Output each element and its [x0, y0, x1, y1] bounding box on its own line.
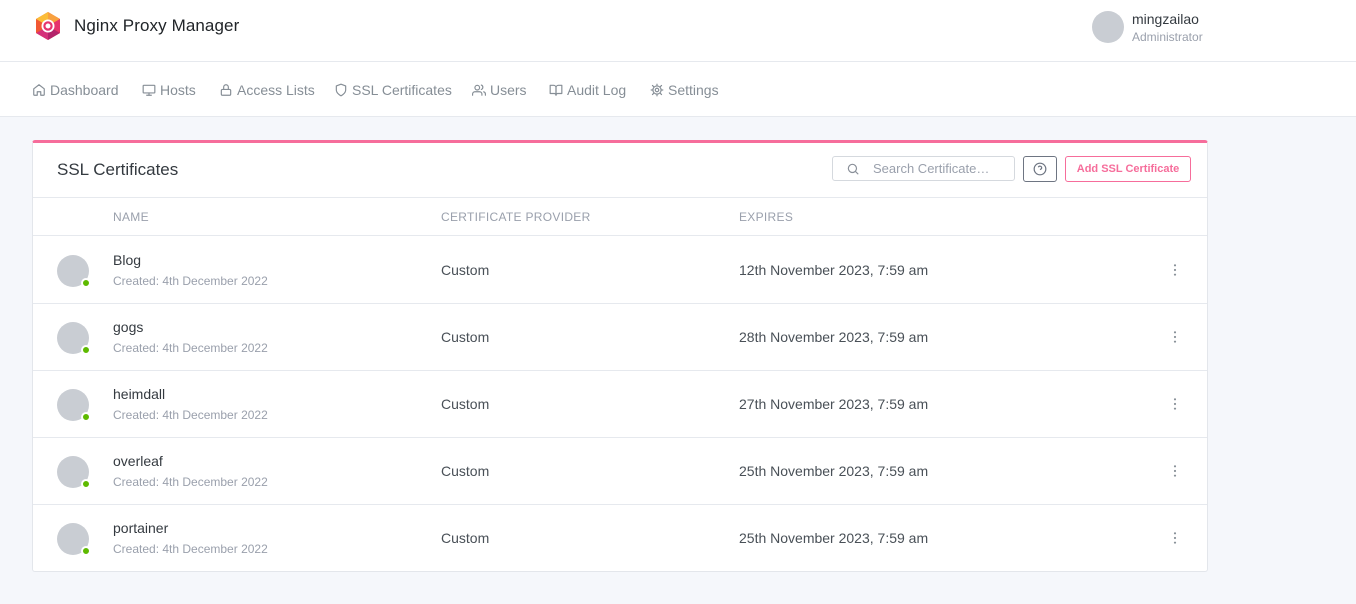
lock-icon	[220, 84, 232, 96]
table-row: portainer Created: 4th December 2022 Cus…	[33, 505, 1207, 572]
certificate-expires: 12th November 2023, 7:59 am	[739, 262, 929, 278]
row-actions-button[interactable]	[1165, 394, 1185, 414]
top-bar: Nginx Proxy Manager mingzailao Administr…	[0, 0, 1356, 62]
nav-item-hosts[interactable]: Hosts	[142, 80, 196, 100]
certificate-name: portainer	[113, 520, 169, 536]
status-indicator	[81, 278, 91, 288]
table-row: Blog Created: 4th December 2022 Custom 1…	[33, 237, 1207, 304]
nav-label: Access Lists	[237, 82, 315, 98]
certificate-provider: Custom	[441, 530, 490, 546]
nav-item-dashboard[interactable]: Dashboard	[32, 80, 119, 100]
shield-icon	[335, 83, 347, 97]
status-indicator	[81, 412, 91, 422]
search-input[interactable]	[873, 161, 1013, 176]
page-title: SSL Certificates	[57, 160, 179, 179]
help-button[interactable]	[1023, 156, 1057, 182]
ssl-certificates-card: SSL Certificates Add SSL Certificate NAM…	[32, 140, 1208, 572]
nav-label: Hosts	[160, 82, 196, 98]
column-header-name: NAME	[113, 210, 149, 224]
avatar	[57, 523, 91, 556]
nav-label: Settings	[668, 82, 719, 98]
nav-label: Dashboard	[50, 82, 119, 98]
avatar	[57, 255, 91, 288]
certificate-expires: 28th November 2023, 7:59 am	[739, 329, 929, 345]
table-row: overleaf Created: 4th December 2022 Cust…	[33, 438, 1207, 505]
help-icon	[1033, 162, 1047, 176]
brand[interactable]: Nginx Proxy Manager	[33, 11, 239, 41]
nav-item-settings[interactable]: Settings	[650, 80, 719, 100]
home-icon	[33, 84, 45, 96]
search-icon	[847, 163, 859, 175]
table-row: heimdall Created: 4th December 2022 Cust…	[33, 371, 1207, 438]
certificate-provider: Custom	[441, 329, 490, 345]
avatar	[1092, 11, 1124, 43]
avatar	[57, 389, 91, 422]
certificate-provider: Custom	[441, 262, 490, 278]
certificate-created: Created: 4th December 2022	[113, 542, 268, 556]
nav-label: Users	[490, 82, 527, 98]
certificate-name: heimdall	[113, 386, 166, 402]
nav-item-ssl-certificates[interactable]: SSL Certificates	[334, 80, 452, 100]
column-header-expires: EXPIRES	[739, 210, 794, 224]
certificate-created: Created: 4th December 2022	[113, 475, 268, 489]
nav-item-access-lists[interactable]: Access Lists	[219, 80, 315, 100]
nav-label: Audit Log	[567, 82, 627, 98]
status-indicator	[81, 345, 91, 355]
main-nav: Dashboard Hosts Access Lists SSL Certifi…	[0, 62, 1356, 117]
monitor-icon	[142, 84, 156, 96]
row-actions-button[interactable]	[1165, 461, 1185, 481]
user-role: Administrator	[1132, 30, 1203, 44]
card-header: SSL Certificates Add SSL Certificate	[33, 143, 1207, 198]
more-vertical-icon	[1173, 398, 1177, 410]
search-box[interactable]	[832, 156, 1015, 181]
add-ssl-certificate-button[interactable]: Add SSL Certificate	[1065, 156, 1191, 182]
status-indicator	[81, 479, 91, 489]
certificate-name: Blog	[113, 252, 142, 268]
certificate-provider: Custom	[441, 396, 490, 412]
more-vertical-icon	[1173, 465, 1177, 477]
nav-label: SSL Certificates	[352, 82, 452, 98]
row-actions-button[interactable]	[1165, 528, 1185, 548]
more-vertical-icon	[1173, 532, 1177, 544]
avatar	[57, 456, 91, 489]
column-header-provider: CERTIFICATE PROVIDER	[441, 210, 591, 224]
nav-item-users[interactable]: Users	[472, 80, 527, 100]
certificate-expires: 27th November 2023, 7:59 am	[739, 396, 929, 412]
table-row: gogs Created: 4th December 2022 Custom 2…	[33, 304, 1207, 371]
certificate-name: gogs	[113, 319, 144, 335]
certificate-name: overleaf	[113, 453, 163, 469]
row-actions-button[interactable]	[1165, 260, 1185, 280]
more-vertical-icon	[1173, 264, 1177, 276]
certificate-created: Created: 4th December 2022	[113, 341, 268, 355]
app-title: Nginx Proxy Manager	[74, 16, 240, 35]
avatar	[57, 322, 91, 355]
certificate-created: Created: 4th December 2022	[113, 274, 268, 288]
book-icon	[549, 84, 563, 96]
nav-item-audit-log[interactable]: Audit Log	[549, 80, 626, 100]
status-indicator	[81, 546, 91, 556]
certificate-provider: Custom	[441, 463, 490, 479]
user-name: mingzailao	[1132, 11, 1199, 27]
certificate-created: Created: 4th December 2022	[113, 408, 268, 422]
app-logo-icon	[36, 12, 60, 40]
more-vertical-icon	[1173, 331, 1177, 343]
certificate-expires: 25th November 2023, 7:59 am	[739, 530, 929, 546]
user-menu[interactable]: mingzailao Administrator	[1092, 10, 1203, 45]
row-actions-button[interactable]	[1165, 327, 1185, 347]
table-header: NAME CERTIFICATE PROVIDER EXPIRES	[33, 198, 1207, 236]
users-icon	[472, 84, 486, 96]
certificate-expires: 25th November 2023, 7:59 am	[739, 463, 929, 479]
gear-icon	[650, 83, 664, 97]
